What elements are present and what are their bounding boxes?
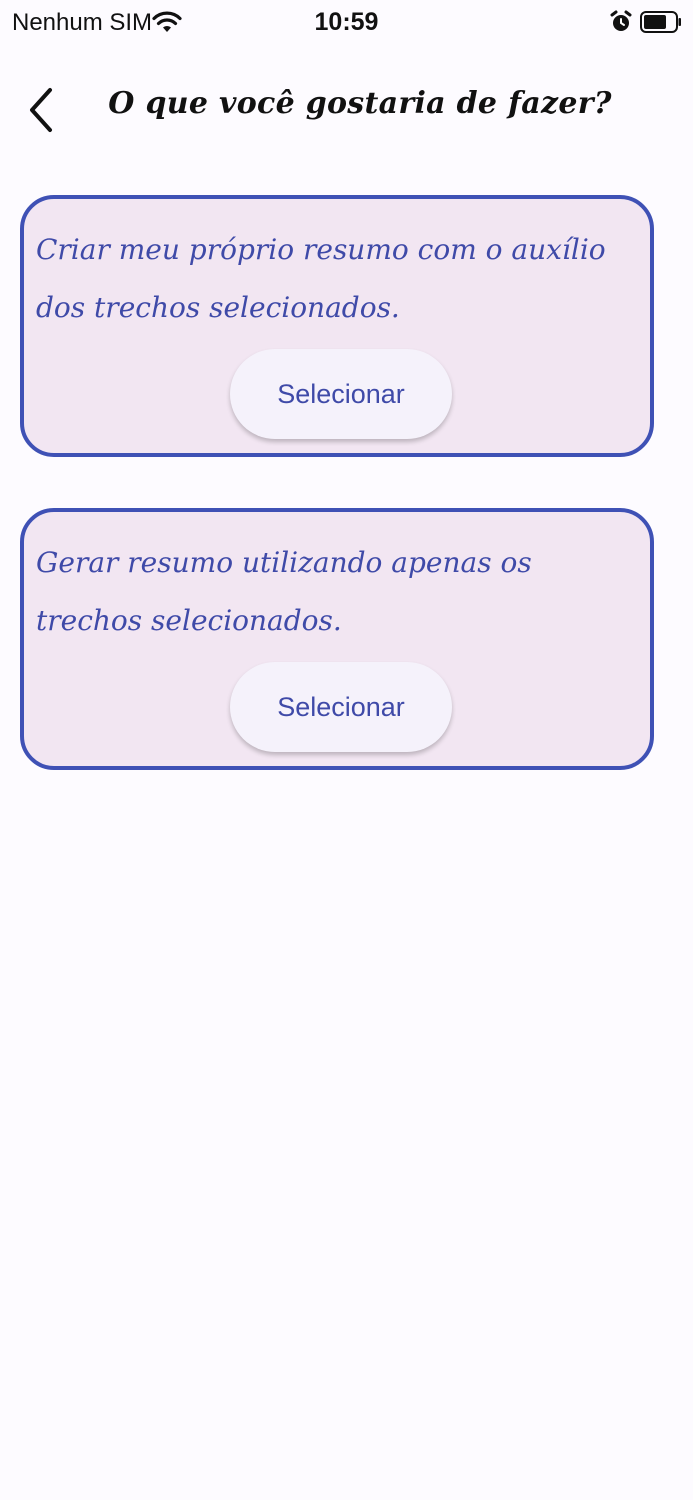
battery-icon: [640, 11, 681, 33]
option-description: Criar meu próprio resumo com o auxílio d…: [36, 233, 606, 324]
alarm-icon: [610, 10, 632, 31]
chevron-left-icon: [30, 88, 52, 132]
status-time: 10:59: [314, 8, 379, 36]
status-bar: Nenhum SIM 10:59: [0, 0, 693, 46]
option-description: Gerar resumo utilizando apenas os trecho…: [36, 546, 532, 637]
select-button[interactable]: Selecionar: [230, 662, 452, 752]
option-card-generate-summary: Gerar resumo utilizando apenas os trecho…: [20, 508, 654, 770]
select-button[interactable]: Selecionar: [230, 349, 452, 439]
back-button[interactable]: [20, 82, 64, 138]
option-card-own-summary: Criar meu próprio resumo com o auxílio d…: [20, 195, 654, 457]
page-title: O que você gostaria de fazer?: [108, 86, 612, 121]
